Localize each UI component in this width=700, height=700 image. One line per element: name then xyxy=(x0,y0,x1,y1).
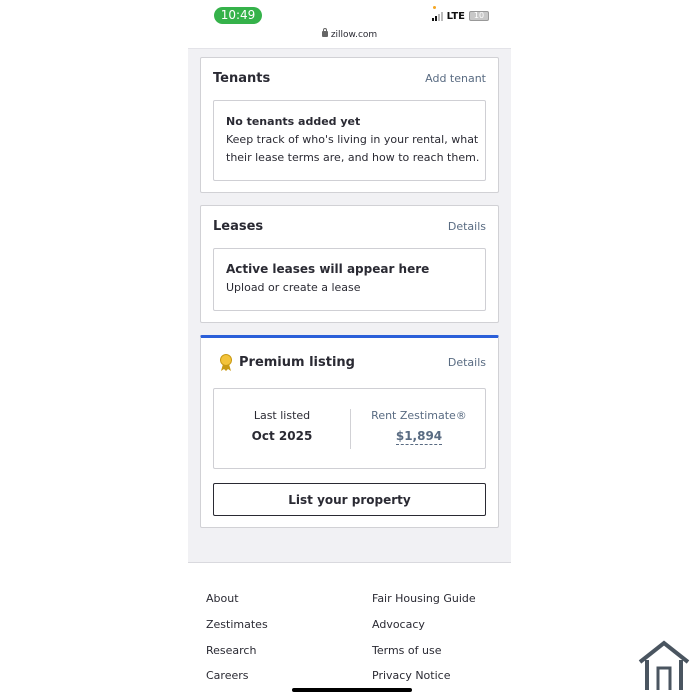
leases-title: Leases xyxy=(213,219,264,234)
tenants-empty-line2: their lease terms are, and how to reach … xyxy=(226,151,480,164)
premium-listing-card: Premium listing Details Last listed Oct … xyxy=(200,335,499,528)
house-logo-icon xyxy=(638,640,690,690)
last-listed-label: Last listed xyxy=(253,409,311,422)
footer-link-terms[interactable]: Terms of use xyxy=(372,644,441,657)
premium-details-link[interactable]: Details xyxy=(448,356,486,369)
url-bar[interactable]: zillow.com xyxy=(188,28,511,48)
footer-link-about[interactable]: About xyxy=(206,592,239,605)
footer-link-research[interactable]: Research xyxy=(206,644,256,657)
footer-link-advocacy[interactable]: Advocacy xyxy=(372,618,425,631)
rent-zestimate-value[interactable]: $1,894 xyxy=(395,429,443,445)
leases-card: Leases Details Active leases will appear… xyxy=(200,205,499,323)
footer-link-careers[interactable]: Careers xyxy=(206,669,249,682)
footer: About Zestimates Research Careers Fair H… xyxy=(188,563,511,700)
rent-zestimate[interactable]: Rent Zestimate® $1,894 xyxy=(351,409,487,445)
home-indicator[interactable] xyxy=(292,688,412,692)
rent-zestimate-label: Rent Zestimate® xyxy=(371,409,467,422)
footer-link-zestimates[interactable]: Zestimates xyxy=(206,618,268,631)
footer-link-fair-housing[interactable]: Fair Housing Guide xyxy=(372,592,476,605)
tenants-empty-state: No tenants added yet Keep track of who's… xyxy=(213,100,486,181)
leases-empty-subtitle: Upload or create a lease xyxy=(226,281,361,294)
network-label: LTE xyxy=(446,10,465,22)
status-bar: 10:49 LTE 10 xyxy=(188,0,511,30)
tenants-empty-title: No tenants added yet xyxy=(226,115,361,128)
add-tenant-link[interactable]: Add tenant xyxy=(425,72,486,85)
clock: 10:49 xyxy=(214,7,262,24)
listing-summary: Last listed Oct 2025 Rent Zestimate® $1,… xyxy=(213,388,486,469)
leases-details-link[interactable]: Details xyxy=(448,220,486,233)
lock-icon xyxy=(321,28,328,37)
tenants-card: Tenants Add tenant No tenants added yet … xyxy=(200,57,499,193)
battery-icon: 10 xyxy=(469,11,489,21)
list-property-button[interactable]: List your property xyxy=(213,483,486,516)
battery-level: 10 xyxy=(473,11,485,20)
main-content: Tenants Add tenant No tenants added yet … xyxy=(188,48,511,563)
signal-icon xyxy=(431,6,443,21)
status-indicators: LTE 10 xyxy=(431,6,489,23)
leases-empty-state: Active leases will appear here Upload or… xyxy=(213,248,486,311)
last-listed: Last listed Oct 2025 xyxy=(214,409,350,443)
footer-link-privacy[interactable]: Privacy Notice xyxy=(372,669,450,682)
premium-title: Premium listing xyxy=(239,355,355,370)
leases-empty-title: Active leases will appear here xyxy=(226,262,430,276)
ribbon-icon xyxy=(220,354,232,371)
tenants-title: Tenants xyxy=(213,71,271,86)
tenants-empty-line1: Keep track of who's living in your renta… xyxy=(226,133,479,146)
url-text: zillow.com xyxy=(330,30,378,40)
last-listed-value: Oct 2025 xyxy=(251,429,313,443)
